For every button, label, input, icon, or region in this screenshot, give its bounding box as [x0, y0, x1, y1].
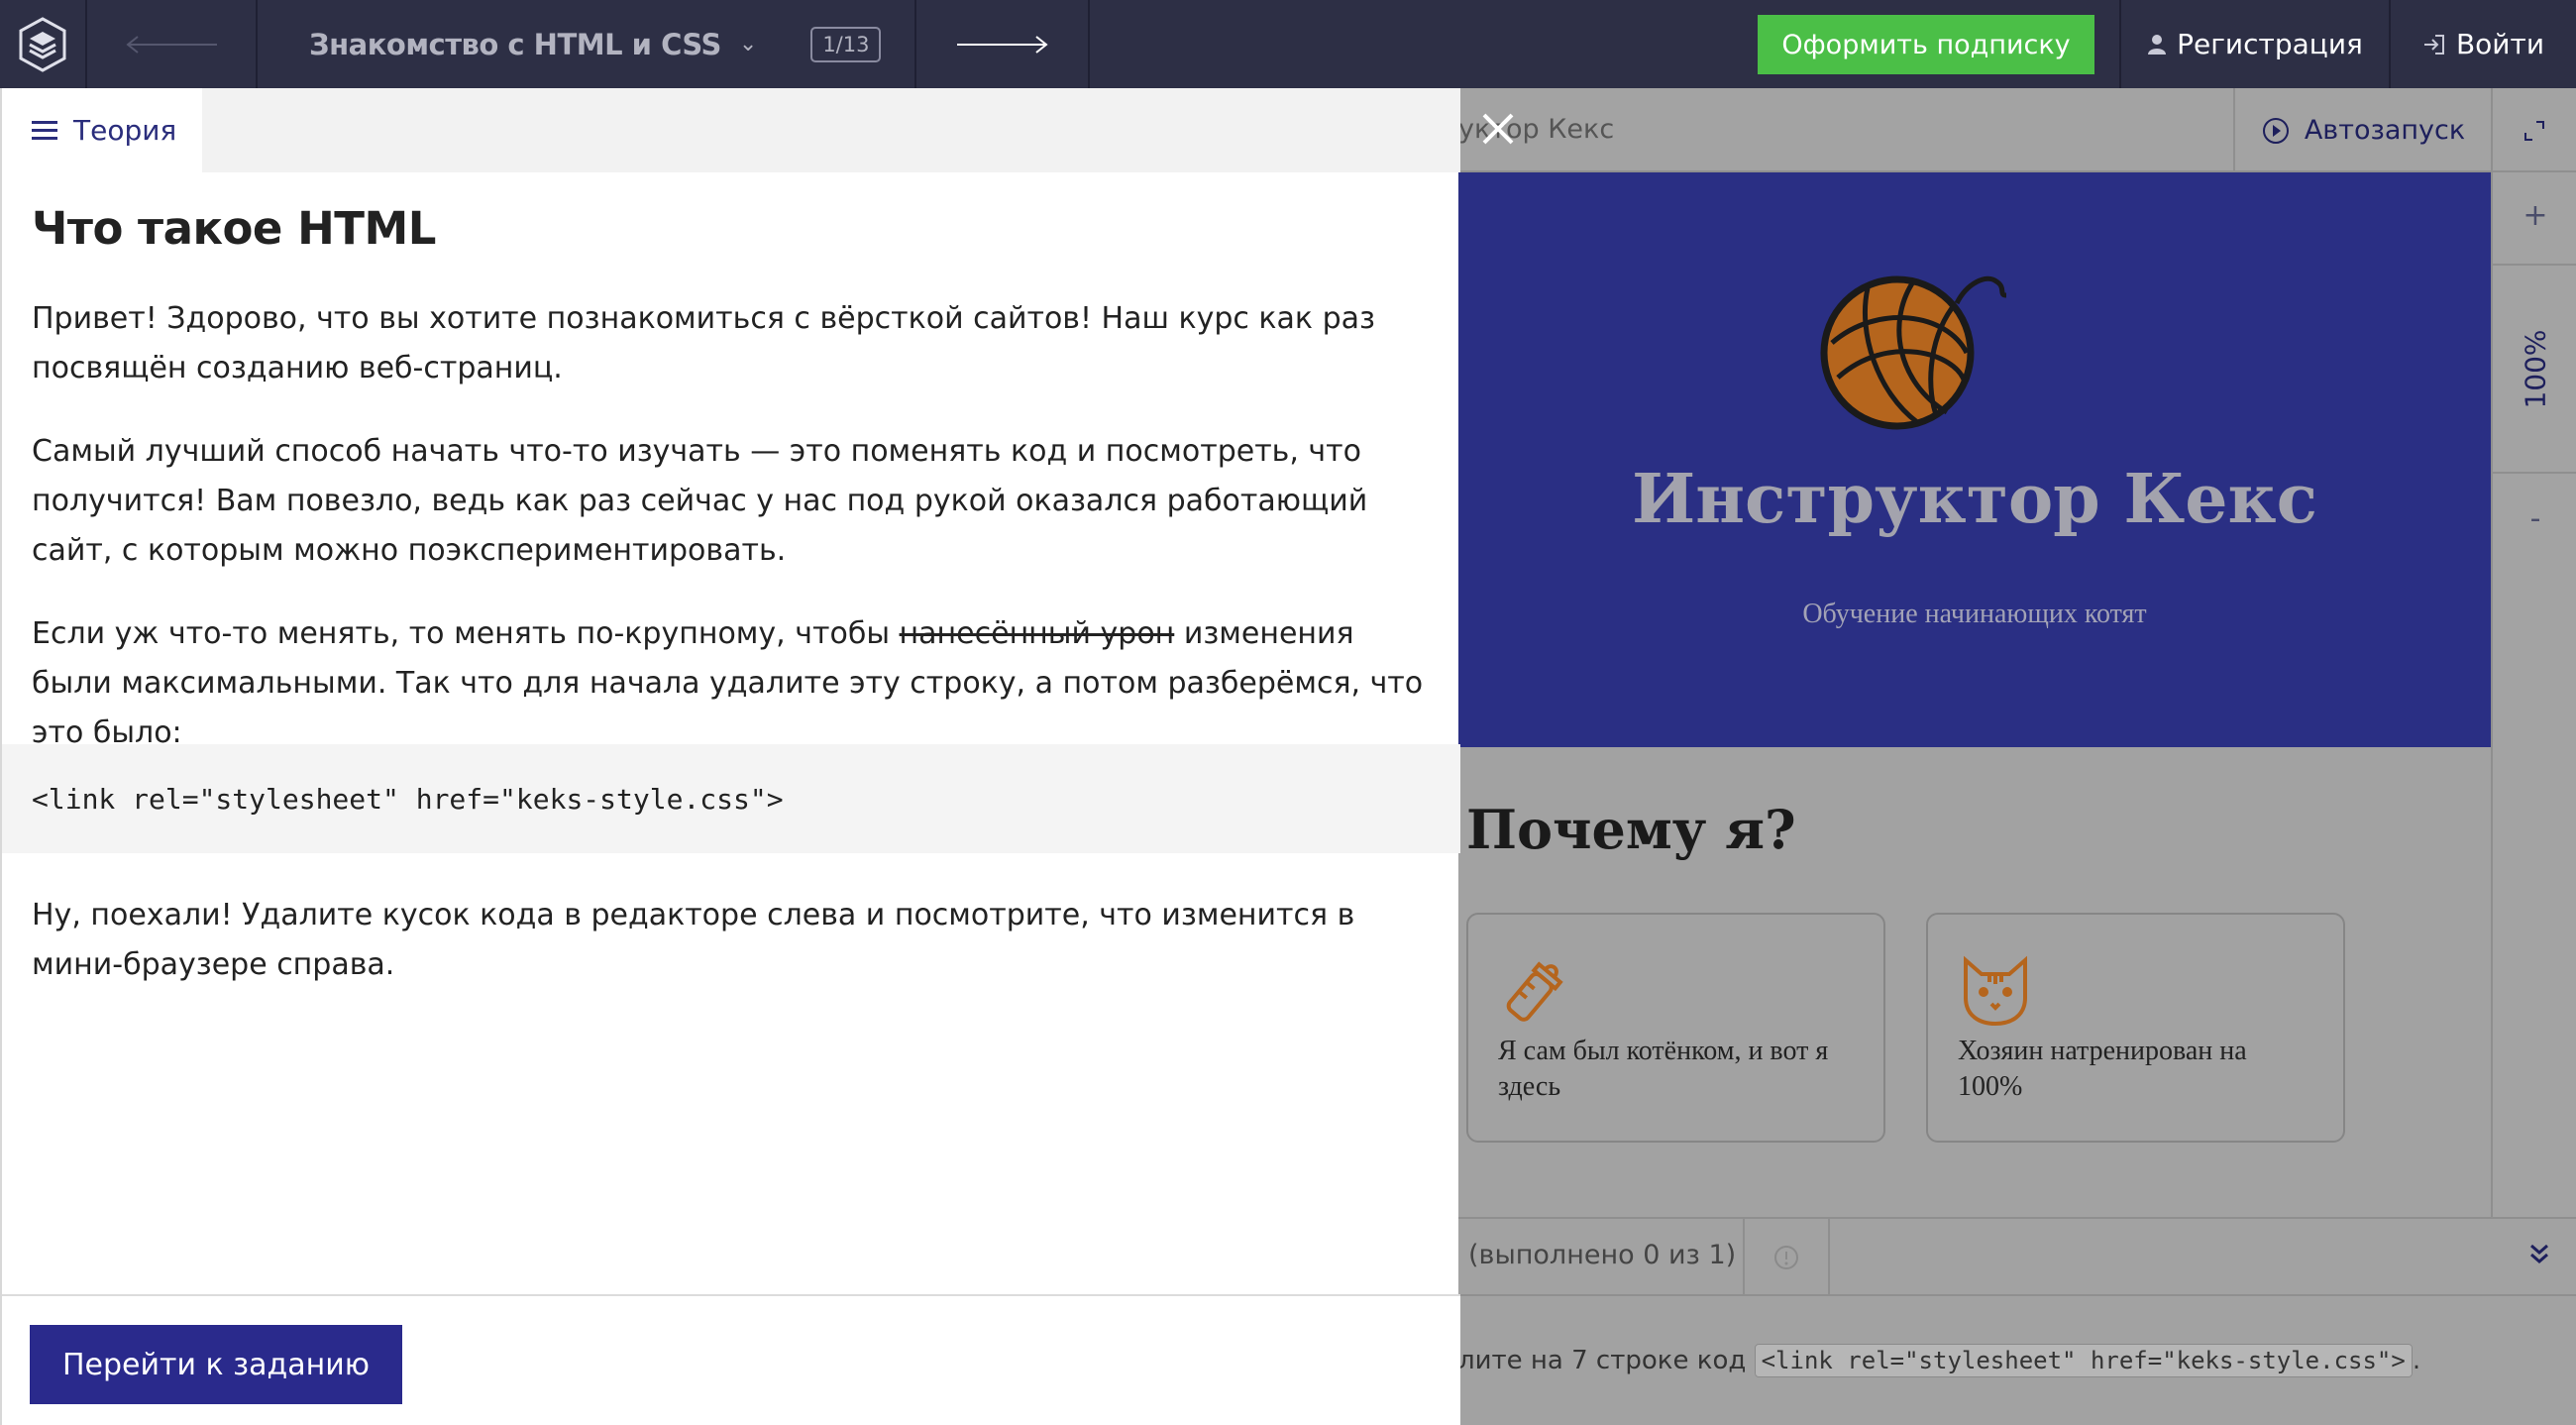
hint-button[interactable]: [1743, 1219, 1830, 1296]
theory-footer: Перейти к заданию: [2, 1294, 1460, 1425]
tab-theory-label: Теория: [73, 114, 177, 147]
expand-button[interactable]: [2491, 88, 2576, 172]
theory-paragraph: Если уж что-то менять, то менять по-круп…: [32, 609, 1429, 758]
baby-bottle-icon: [1506, 961, 1563, 1022]
user-icon: [2148, 34, 2167, 55]
step-counter: 1/13: [810, 26, 882, 62]
zoom-controls: + 100% -: [2491, 172, 2576, 1217]
feature-card: Хозяин натренирован на 100%: [1926, 913, 2345, 1143]
zoom-out-button[interactable]: -: [2493, 476, 2576, 561]
prev-step-button[interactable]: [87, 0, 258, 88]
code-snippet: <link rel="stylesheet" href="keks-style.…: [2, 744, 1460, 853]
expand-icon: [2524, 120, 2544, 141]
hero-title: Инструктор Кекс: [1631, 460, 2318, 539]
next-step-button[interactable]: [916, 0, 1090, 88]
close-icon[interactable]: [1476, 107, 1520, 151]
theory-paragraph: Самый лучший способ начать что-то изучат…: [32, 434, 1368, 568]
task-progress-bar: (выполнено 0 из 1): [1458, 1217, 2576, 1296]
arrow-right-icon: [956, 35, 1048, 54]
arrow-left-icon: [126, 35, 217, 54]
top-bar: Знакомство с HTML и CSS ⌄ 1/13 Оформить …: [0, 0, 2576, 88]
task-code: <link rel="stylesheet" href="keks-style.…: [1754, 1344, 2413, 1377]
preview-hero: Инструктор Кекс Обучение начинающих котя…: [1458, 172, 2491, 747]
paragraph-text: Если уж что-то менять, то менять по-круп…: [32, 616, 900, 651]
go-to-task-button[interactable]: Перейти к заданию: [30, 1325, 402, 1404]
autorun-label: Автозапуск: [2304, 115, 2466, 146]
yarn-ball-icon: [1820, 275, 2007, 430]
register-button[interactable]: Регистрация: [2119, 0, 2389, 88]
info-icon: [1774, 1246, 1798, 1269]
theory-panel: Теория Что такое HTML Привет! Здорово, ч…: [0, 88, 1460, 1425]
zoom-level: 100%: [2493, 264, 2576, 474]
tab-theory[interactable]: Теория: [2, 88, 202, 172]
feature-card-text: Хозяин натренирован на 100%: [1958, 1036, 2247, 1102]
chevron-down-icon: ⌄: [738, 32, 758, 56]
login-icon: [2423, 34, 2444, 55]
login-label: Войти: [2455, 28, 2545, 60]
menu-icon: [32, 120, 57, 140]
hero-subtitle: Обучение начинающих котят: [1802, 599, 2147, 629]
login-button[interactable]: Войти: [2389, 0, 2576, 88]
page-title: Что такое HTML: [32, 202, 436, 255]
register-label: Регистрация: [2177, 28, 2363, 60]
progress-text: (выполнено 0 из 1): [1468, 1240, 1737, 1270]
play-icon: [2262, 117, 2289, 144]
course-selector[interactable]: Знакомство с HTML и CSS ⌄ 1/13: [258, 0, 916, 88]
task-end: .: [2412, 1346, 2421, 1375]
logo-link[interactable]: [0, 0, 87, 88]
theory-paragraph: Ну, поехали! Удалите кусок кода в редакт…: [32, 898, 1355, 982]
autorun-toggle[interactable]: Автозапуск: [2233, 88, 2491, 172]
theory-content: Что такое HTML Привет! Здорово, что вы х…: [32, 202, 1431, 792]
double-chevron-down-icon[interactable]: [2528, 1241, 2550, 1266]
theory-tab-bar: Теория: [2, 88, 1460, 172]
preview-tab-bar: уктор Кекс Автозапуск: [1458, 88, 2576, 172]
feature-card: Я сам был котёнком, и вот я здесь: [1466, 913, 1885, 1143]
zoom-value: 100%: [2519, 328, 2552, 409]
task-description: лите на 7 строке код <link rel="styleshe…: [1458, 1344, 2421, 1377]
strikethrough-text: нанесённый урон: [899, 616, 1175, 651]
zoom-in-button[interactable]: +: [2493, 172, 2576, 258]
task-text: лите на 7 строке код: [1458, 1346, 1747, 1375]
logo-icon: [19, 16, 66, 72]
feature-card-text: Я сам был котёнком, и вот я здесь: [1498, 1036, 1829, 1102]
subscribe-button[interactable]: Оформить подписку: [1758, 15, 2094, 74]
cat-face-icon: [1964, 955, 2027, 1027]
why-heading: Почему я?: [1466, 798, 1796, 861]
course-title: Знакомство с HTML и CSS: [309, 27, 721, 61]
theory-paragraph: Привет! Здорово, что вы хотите познакоми…: [32, 301, 1375, 385]
